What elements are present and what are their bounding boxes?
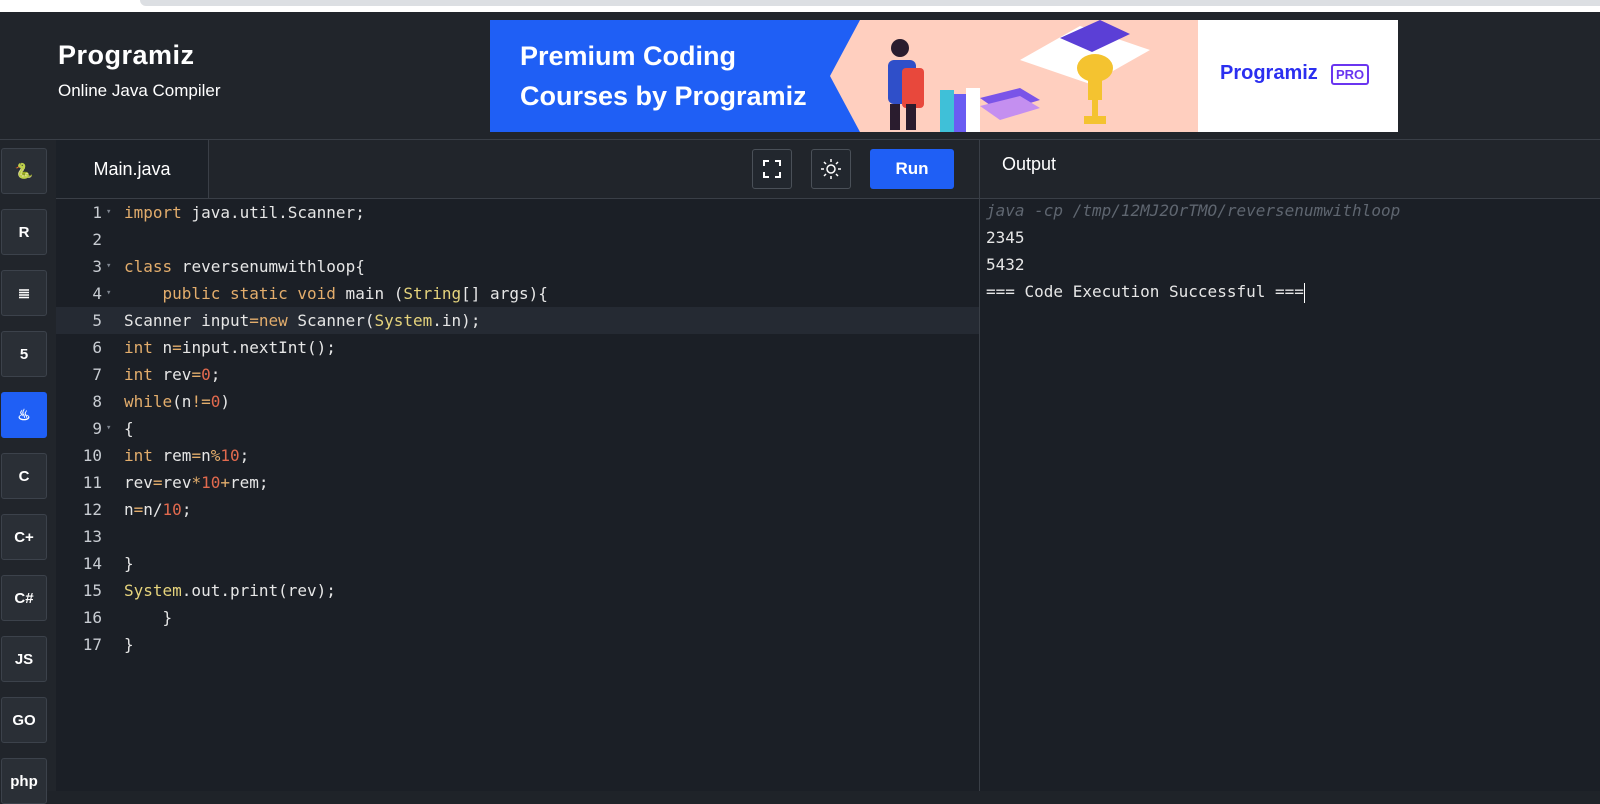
fold-arrow-icon: ▾ bbox=[106, 261, 112, 271]
banner-line-1: Premium Coding bbox=[520, 41, 737, 71]
code-line[interactable]: 16 } bbox=[56, 604, 979, 631]
sun-icon bbox=[821, 159, 841, 179]
sidebar-item-cpp[interactable]: C+ bbox=[1, 514, 47, 560]
sidebar-item-html[interactable]: 5 bbox=[1, 331, 47, 377]
banner-illustration bbox=[830, 20, 1198, 132]
line-number: 10 bbox=[82, 446, 102, 465]
code-line-active[interactable]: 5 Scanner input=new Scanner(System.in); bbox=[56, 307, 979, 334]
run-button[interactable]: Run bbox=[870, 149, 954, 189]
line-number: 12 bbox=[82, 500, 102, 519]
output-panel[interactable]: java -cp /tmp/12MJ2OrTMO/reversenumwithl… bbox=[980, 199, 1600, 791]
line-number: 1 bbox=[92, 203, 102, 222]
code-line[interactable]: 3 ▾ class reversenumwithloop{ bbox=[56, 253, 979, 280]
brand[interactable]: Programiz Online Java Compiler bbox=[58, 40, 221, 101]
line-number: 7 bbox=[92, 365, 102, 384]
code-line[interactable]: 10 int rem=n%10; bbox=[56, 442, 979, 469]
editor-toolbar: Main.java Run bbox=[56, 140, 1600, 199]
line-number: 5 bbox=[92, 311, 102, 330]
sidebar-item-php[interactable]: php bbox=[1, 758, 47, 804]
sidebar-item-csharp[interactable]: C# bbox=[1, 575, 47, 621]
line-number: 2 bbox=[92, 230, 102, 249]
programiz-logo[interactable]: Programiz bbox=[58, 40, 221, 71]
cpp-icon: C+ bbox=[14, 528, 34, 546]
student-books-illustration bbox=[888, 20, 1150, 132]
sidebar-item-go[interactable]: GO bbox=[1, 697, 47, 743]
page-subtitle: Online Java Compiler bbox=[58, 81, 221, 100]
code-line[interactable]: 7 int rev=0; bbox=[56, 361, 979, 388]
fold-arrow-icon: ▾ bbox=[106, 423, 112, 433]
theme-toggle-button[interactable] bbox=[811, 149, 851, 189]
code-line[interactable]: 17} bbox=[56, 631, 979, 658]
php-icon: php bbox=[10, 772, 38, 790]
code-line[interactable]: 12 n=n/10; bbox=[56, 496, 979, 523]
html5-icon: 5 bbox=[19, 345, 29, 363]
code-line[interactable]: 4 ▾ public static void main (String[] arg… bbox=[56, 280, 979, 307]
line-number: 8 bbox=[92, 392, 102, 411]
c-icon: C bbox=[18, 467, 30, 485]
code-line[interactable]: 11 rev=rev*10+rem; bbox=[56, 469, 979, 496]
line-number: 3 bbox=[92, 257, 102, 276]
promo-banner[interactable]: Premium Coding Courses by Programiz Prog… bbox=[490, 20, 1398, 132]
java-icon: ♨ bbox=[17, 407, 31, 424]
banner-pro-panel: Programiz PRO bbox=[1198, 20, 1398, 132]
sidebar-item-c[interactable]: C bbox=[1, 453, 47, 499]
output-success-text: === Code Execution Successful === bbox=[986, 282, 1304, 301]
line-number: 11 bbox=[82, 473, 102, 492]
fullscreen-icon bbox=[763, 160, 781, 178]
tab-main-java[interactable]: Main.java bbox=[56, 140, 209, 198]
programiz-pro-logo: Programiz bbox=[1220, 62, 1318, 84]
banner-text-panel: Premium Coding Courses by Programiz bbox=[490, 20, 860, 132]
line-number: 13 bbox=[82, 527, 102, 546]
line-number: 4 bbox=[92, 284, 102, 303]
code-line[interactable]: 8 while(n!=0) bbox=[56, 388, 979, 415]
output-line: 5432 bbox=[986, 255, 1025, 274]
code-line[interactable]: 14} bbox=[56, 550, 979, 577]
fullscreen-button[interactable] bbox=[752, 149, 792, 189]
code-line[interactable]: 1 ▾ import java.util.Scanner; bbox=[56, 199, 979, 226]
line-number: 14 bbox=[82, 554, 102, 573]
text-caret bbox=[1303, 282, 1305, 303]
banner-line-2: Courses by Programiz bbox=[520, 81, 807, 111]
javascript-icon: JS bbox=[14, 650, 34, 668]
output-line: === Code Execution Successful === bbox=[986, 278, 1305, 305]
sidebar-item-javascript[interactable]: JS bbox=[1, 636, 47, 682]
python-icon: 🐍 bbox=[14, 163, 34, 180]
output-command: java -cp /tmp/12MJ2OrTMO/reversenumwithl… bbox=[986, 201, 1401, 220]
code-line[interactable]: 15 System.out.print(rev); bbox=[56, 577, 979, 604]
line-number: 6 bbox=[92, 338, 102, 357]
code-editor[interactable]: 1 ▾ import java.util.Scanner; 2 3 ▾ class re… bbox=[56, 199, 979, 791]
sidebar-item-python[interactable]: 🐍 bbox=[1, 148, 47, 194]
sidebar-item-r[interactable]: R bbox=[1, 209, 47, 255]
sidebar-item-java[interactable]: ♨ bbox=[1, 392, 47, 438]
code-line[interactable]: 13 bbox=[56, 523, 979, 550]
line-number: 9 bbox=[92, 419, 102, 438]
code-line[interactable]: 2 bbox=[56, 226, 979, 253]
fold-arrow-icon: ▾ bbox=[106, 207, 112, 217]
line-number: 17 bbox=[82, 635, 102, 654]
pro-badge: PRO bbox=[1331, 64, 1370, 85]
code-line[interactable]: 9 ▾{ bbox=[56, 415, 979, 442]
r-icon: R bbox=[18, 223, 30, 241]
line-number: 16 bbox=[82, 608, 102, 627]
code-line[interactable]: 6 int n=input.nextInt(); bbox=[56, 334, 979, 361]
browser-top-strip bbox=[0, 0, 1600, 12]
database-icon: ≣ bbox=[17, 285, 31, 302]
language-sidebar: 🐍 R ≣ 5 ♨ C C+ C# JS GO php bbox=[0, 140, 57, 804]
go-icon: GO bbox=[12, 711, 36, 729]
browser-tab-edge bbox=[140, 0, 1600, 6]
sidebar-item-sql[interactable]: ≣ bbox=[1, 270, 47, 316]
line-number: 15 bbox=[82, 581, 102, 600]
output-line: 2345 bbox=[986, 228, 1025, 247]
csharp-icon: C# bbox=[14, 589, 34, 607]
site-header: Programiz Online Java Compiler Premium C… bbox=[0, 12, 1600, 140]
output-label: Output bbox=[1002, 154, 1057, 174]
fold-arrow-icon: ▾ bbox=[106, 288, 112, 298]
